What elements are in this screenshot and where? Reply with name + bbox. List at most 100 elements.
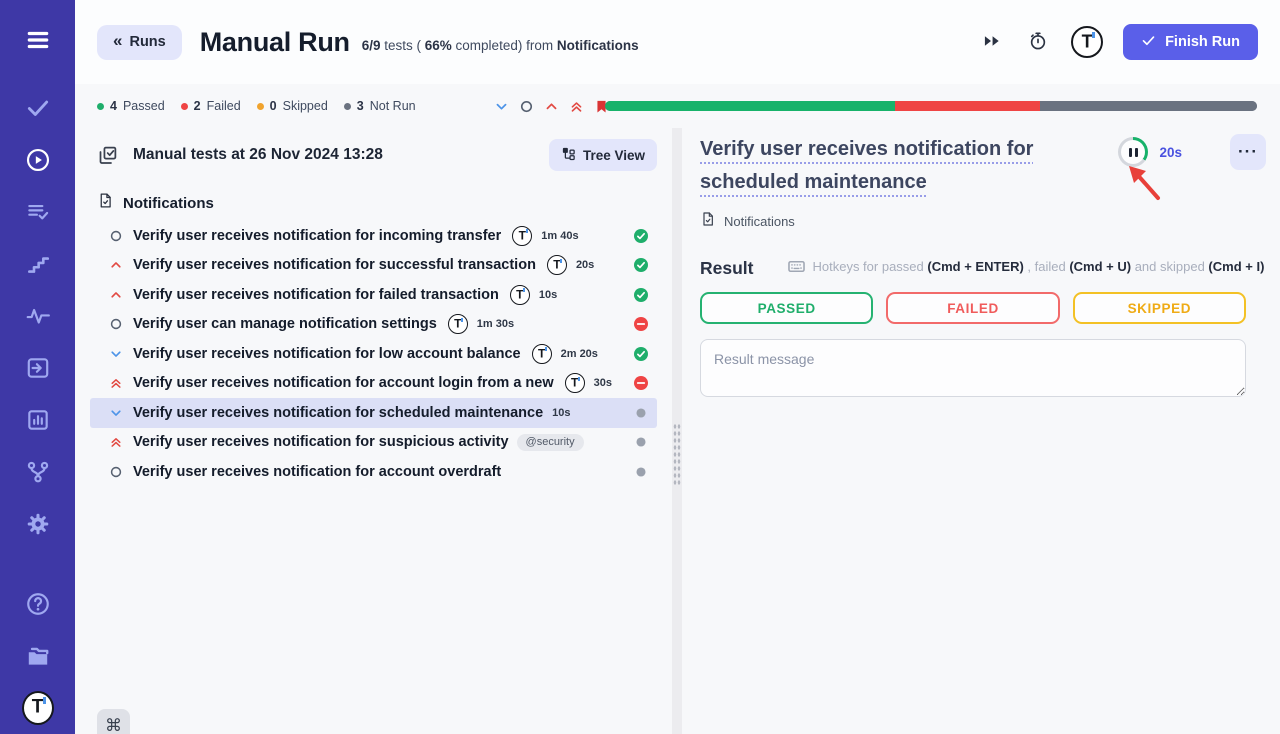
statusbar: 4Passed2Failed0Skipped3Not Run (75, 84, 1280, 128)
resizer-grip-icon (673, 423, 681, 485)
test-detail-panel: Verify user receives notification for sc… (700, 128, 1280, 734)
tree-view-button[interactable]: Tree View (549, 139, 657, 171)
filter-chevron-up-icon[interactable] (544, 98, 560, 114)
sidebar-import-icon[interactable] (22, 352, 54, 384)
test-row[interactable]: Verify user receives notification for ac… (90, 369, 657, 399)
status-check-circle-icon (633, 287, 649, 303)
testomat-logo-icon: T (547, 255, 567, 275)
content: Manual tests at 26 Nov 2024 13:28 Tree V… (75, 128, 1280, 734)
status-check-circle-icon (633, 228, 649, 244)
result-message-input[interactable] (700, 339, 1246, 397)
test-row[interactable]: Verify user receives notification for su… (90, 428, 657, 458)
test-list: Verify user receives notification for in… (90, 221, 657, 487)
result-button-skipped[interactable]: SKIPPED (1073, 292, 1246, 324)
back-to-runs-button[interactable]: « Runs (97, 25, 182, 60)
test-row[interactable]: Verify user receives notification for sc… (90, 398, 657, 428)
result-button-passed[interactable]: PASSED (700, 292, 873, 324)
testomat-logo-icon: T (448, 314, 468, 334)
filter-chevron-down-icon[interactable] (494, 98, 510, 114)
chevron-down-icon (108, 405, 123, 420)
suite-header[interactable]: Notifications (90, 192, 657, 214)
stopwatch-icon (1028, 31, 1048, 54)
sidebar-help-icon[interactable] (22, 588, 54, 620)
status-counter: 2Failed (181, 99, 241, 113)
sidebar-branch-icon[interactable] (22, 456, 54, 488)
subtitle-text-2: completed) from (452, 38, 557, 53)
sidebar-gear-icon[interactable] (22, 508, 54, 540)
test-duration: 2m 20s (561, 348, 598, 360)
sidebar-menu-icon[interactable] (22, 24, 54, 56)
app-window: T « Runs Manual Run 6/9 tests ( 66% comp… (0, 0, 1280, 734)
sidebar-chart-icon[interactable] (22, 404, 54, 436)
priority-filters (494, 98, 610, 114)
tests-count: 6/9 (362, 38, 381, 53)
sidebar: T (0, 0, 75, 734)
panel-resizer[interactable] (672, 128, 682, 734)
sidebar-list-check-icon[interactable] (22, 196, 54, 228)
page-title: Manual Run (200, 27, 350, 58)
test-row[interactable]: Verify user receives notification for lo… (90, 339, 657, 369)
test-title: Verify user can manage notification sett… (133, 316, 437, 332)
chevrons-left-icon: « (113, 31, 122, 51)
filter-chevrons-up-icon[interactable] (569, 98, 585, 114)
subtitle-text-1: tests ( (381, 38, 425, 53)
timer-value: 20s (1159, 145, 1182, 160)
status-counter: 4Passed (97, 99, 165, 113)
fast-forward-icon (982, 31, 1002, 54)
test-duration: 10s (552, 407, 570, 419)
test-tag-badge: @security (517, 434, 584, 451)
sidebar-pulse-icon[interactable] (22, 300, 54, 332)
tree-view-label: Tree View (583, 148, 645, 163)
timer-button[interactable] (1025, 29, 1051, 55)
breadcrumb-suite: Notifications (724, 214, 795, 229)
hotkeys-hint: Hotkeys for passed (Cmd + ENTER) , faile… (787, 255, 1264, 277)
pause-timer-button[interactable] (1118, 137, 1148, 167)
sidebar-check-icon[interactable] (22, 92, 54, 124)
finish-run-button[interactable]: Finish Run (1123, 24, 1258, 60)
test-detail-title[interactable]: Verify user receives notification for sc… (700, 133, 1085, 199)
test-row[interactable]: Verify user receives notification for in… (90, 221, 657, 251)
test-row[interactable]: Verify user receives notification for fa… (90, 280, 657, 310)
run-progress-bar (605, 101, 1257, 111)
test-title: Verify user receives notification for fa… (133, 287, 499, 303)
testomat-logo-icon: T (532, 344, 552, 364)
result-buttons: PASSED FAILED SKIPPED (700, 292, 1246, 324)
fast-forward-button[interactable] (979, 29, 1005, 55)
sidebar-logo-badge[interactable]: T (22, 692, 54, 724)
circle-icon (108, 464, 123, 479)
progress-segment (605, 101, 895, 111)
sidebar-folders-icon[interactable] (22, 640, 54, 672)
testomat-logo-icon: T (512, 226, 532, 246)
subtitle-suite-name: Notifications (557, 38, 639, 53)
test-row[interactable]: Verify user receives notification for su… (90, 251, 657, 281)
test-row[interactable]: Verify user can manage notification sett… (90, 310, 657, 340)
test-title: Verify user receives notification for sc… (133, 405, 543, 421)
status-dot-icon (257, 103, 264, 110)
test-title: Verify user receives notification for ac… (133, 375, 554, 391)
breadcrumb[interactable]: Notifications (700, 211, 1280, 232)
back-to-runs-label: Runs (129, 34, 165, 50)
testomat-logo-icon: T (510, 285, 530, 305)
test-title: Verify user receives notification for su… (133, 434, 509, 450)
circle-icon (108, 228, 123, 243)
testomat-logo-icon[interactable]: T (1071, 26, 1103, 58)
clipboard-check-icon (97, 145, 118, 166)
file-check-icon (97, 192, 114, 214)
run-title: Manual tests at 26 Nov 2024 13:28 (133, 146, 383, 164)
detail-header: Verify user receives notification for sc… (700, 128, 1280, 199)
test-duration: 30s (594, 377, 612, 389)
status-counters: 4Passed2Failed0Skipped3Not Run (97, 99, 416, 113)
run-header: Manual tests at 26 Nov 2024 13:28 Tree V… (90, 138, 657, 172)
sidebar-steps-icon[interactable] (22, 248, 54, 280)
timer-control: 20s (1118, 137, 1182, 167)
result-button-failed[interactable]: FAILED (886, 292, 1059, 324)
status-dot-icon (633, 434, 649, 450)
test-row[interactable]: Verify user receives notification for ac… (90, 457, 657, 487)
filter-circle-icon[interactable] (519, 98, 535, 114)
status-minus-circle-icon (633, 375, 649, 391)
keyboard-icon (787, 255, 806, 277)
more-options-button[interactable]: ··· (1230, 134, 1266, 170)
sidebar-play-circle-icon[interactable] (22, 144, 54, 176)
test-title: Verify user receives notification for ac… (133, 464, 501, 480)
command-shortcut-button[interactable]: ⌘ (97, 709, 130, 734)
